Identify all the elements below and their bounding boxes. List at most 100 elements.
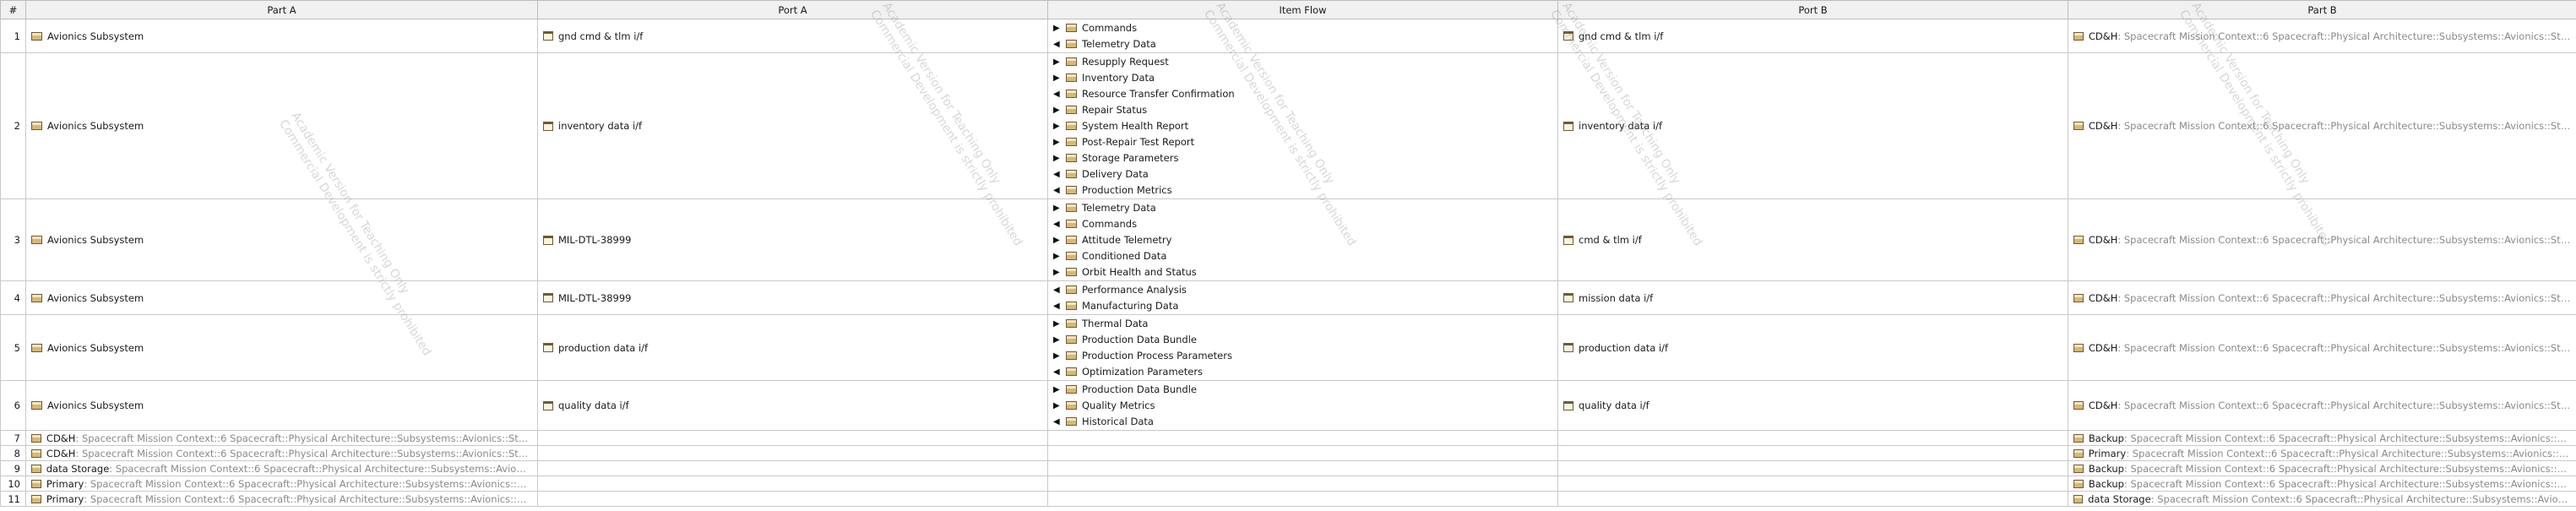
item-flow-cell[interactable]: ▶ Commands ◀ Telemetry Data [1047,19,1558,53]
table-row[interactable]: 2 Avionics Subsystem inventory data i/f ▶ Re… [0,52,2576,199]
item-flow-cell[interactable]: ▶ Resupply Request ▶ Inventory Data ◀ Resourc… [1047,52,1558,199]
item-flow-cell[interactable] [1047,491,1558,507]
part-b-cell[interactable]: Primary : Spacecraft Mission Context::6 … [2068,445,2576,461]
column-header-part-a[interactable]: Part A [25,0,538,19]
port-a-cell[interactable] [537,445,1048,461]
item-flow-cell[interactable]: ▶ Production Data Bundle ▶ Quality Metrics ◀… [1047,380,1558,431]
port-a-cell[interactable] [537,476,1048,492]
port-b-cell[interactable] [1557,445,2068,461]
part-b-cell[interactable]: CD&H : Spacecraft Mission Context::6 Spa… [2068,52,2576,199]
item-flow-entry[interactable]: ◀ Production Metrics [1053,182,1552,198]
port-a-cell[interactable]: quality data i/f [537,380,1048,431]
part-b-cell[interactable]: Backup : Spacecraft Mission Context::6 S… [2068,476,2576,492]
table-row[interactable]: 4 Avionics Subsystem MIL-DTL-38999 ◀ Perform… [0,280,2576,315]
port-b-cell[interactable]: inventory data i/f [1557,52,2068,199]
item-flow-entry[interactable]: ▶ Conditioned Data [1053,248,1552,264]
port-b-cell[interactable] [1557,430,2068,446]
item-flow-entry[interactable]: ◀ Delivery Data [1053,166,1552,182]
part-b-cell[interactable]: Backup : Spacecraft Mission Context::6 S… [2068,460,2576,476]
table-row[interactable]: 3 Avionics Subsystem MIL-DTL-38999 ▶ Telemet… [0,198,2576,281]
port-b-cell[interactable]: cmd & tlm i/f [1557,198,2068,281]
flow-direction-icon: ▶ [1053,73,1060,83]
part-b-cell[interactable]: Backup : Spacecraft Mission Context::6 S… [2068,430,2576,446]
item-flow-entry[interactable]: ▶ Production Data Bundle [1053,382,1552,398]
part-a-cell[interactable]: Avionics Subsystem [25,314,538,381]
part-a-cell[interactable]: CD&H : Spacecraft Mission Context::6 Spa… [25,445,538,461]
part-a-cell[interactable]: Avionics Subsystem [25,280,538,315]
item-flow-entry[interactable]: ▶ Quality Metrics [1053,398,1552,414]
port-b-cell[interactable]: production data i/f [1557,314,2068,381]
item-flow-entry[interactable]: ▶ Orbit Health and Status [1053,264,1552,280]
part-a-cell[interactable]: Primary : Spacecraft Mission Context::6 … [25,491,538,507]
port-a-cell[interactable] [537,491,1048,507]
item-flow-entry[interactable]: ◀ Telemetry Data [1053,36,1552,52]
part-a-cell[interactable]: data Storage : Spacecraft Mission Contex… [25,460,538,476]
column-header-port-a[interactable]: Port A [537,0,1048,19]
port-a-cell[interactable] [537,430,1048,446]
part-a-cell[interactable]: Avionics Subsystem [25,19,538,53]
part-b-cell[interactable]: data Storage : Spacecraft Mission Contex… [2068,491,2576,507]
part-a-cell[interactable]: Avionics Subsystem [25,198,538,281]
port-a-cell[interactable]: production data i/f [537,314,1048,381]
item-flow-entry[interactable]: ◀ Historical Data [1053,414,1552,430]
port-b-cell[interactable] [1557,491,2068,507]
item-flow-entry[interactable]: ▶ Resupply Request [1053,54,1552,70]
item-flow-entry[interactable]: ▶ Thermal Data [1053,316,1552,332]
part-b-cell[interactable]: CD&H : Spacecraft Mission Context::6 Spa… [2068,314,2576,381]
table-row[interactable]: 10 Primary : Spacecraft Mission Context::… [0,476,2576,492]
item-flow-entry[interactable]: ▶ Storage Parameters [1053,150,1552,166]
item-flow-entry[interactable]: ▶ Repair Status [1053,102,1552,118]
item-flow-entry[interactable]: ▶ Inventory Data [1053,70,1552,86]
item-flow-cell[interactable] [1047,430,1558,446]
port-b-cell[interactable] [1557,476,2068,492]
column-header-number[interactable]: # [0,0,26,19]
item-flow-cell[interactable]: ◀ Performance Analysis ◀ Manufacturing Data [1047,280,1558,315]
table-row[interactable]: 9 data Storage : Spacecraft Mission Conte… [0,460,2576,476]
column-header-item-flow[interactable]: Item Flow [1047,0,1558,19]
port-b-cell[interactable]: mission data i/f [1557,280,2068,315]
item-flow-entry[interactable]: ◀ Resource Transfer Confirmation [1053,86,1552,102]
item-flow-entry[interactable]: ▶ System Health Report [1053,118,1552,134]
item-flow-cell[interactable]: ▶ Thermal Data ▶ Production Data Bundle ▶ Pro… [1047,314,1558,381]
item-flow-cell[interactable] [1047,445,1558,461]
part-a-cell[interactable]: Primary : Spacecraft Mission Context::6 … [25,476,538,492]
port-a-cell[interactable]: inventory data i/f [537,52,1048,199]
column-header-port-b[interactable]: Port B [1557,0,2068,19]
item-flow-cell[interactable] [1047,476,1558,492]
port-a-cell[interactable] [537,460,1048,476]
item-flow-entry[interactable]: ▶ Attitude Telemetry [1053,232,1552,248]
item-flow-cell[interactable] [1047,460,1558,476]
part-a-cell[interactable]: Avionics Subsystem [25,52,538,199]
table-row[interactable]: 7 CD&H : Spacecraft Mission Context::6 Sp… [0,430,2576,446]
flow-direction-icon: ▶ [1053,235,1060,245]
part-b-cell[interactable]: CD&H : Spacecraft Mission Context::6 Spa… [2068,380,2576,431]
port-b-cell[interactable] [1557,460,2068,476]
table-row[interactable]: 5 Avionics Subsystem production data i/f ▶ T… [0,314,2576,381]
table-row[interactable]: 6 Avionics Subsystem quality data i/f ▶ Prod… [0,380,2576,431]
item-flow-entry[interactable]: ▶ Production Data Bundle [1053,332,1552,348]
item-flow-entry[interactable]: ▶ Production Process Parameters [1053,348,1552,364]
table-row[interactable]: 11 Primary : Spacecraft Mission Context::… [0,491,2576,507]
part-b-cell[interactable]: CD&H : Spacecraft Mission Context::6 Spa… [2068,19,2576,53]
item-flow-entry[interactable]: ▶ Commands [1053,20,1552,36]
part-b-cell[interactable]: CD&H : Spacecraft Mission Context::6 Spa… [2068,198,2576,281]
item-flow-entry[interactable]: ▶ Post-Repair Test Report [1053,134,1552,150]
flow-direction-icon: ▶ [1053,121,1060,131]
item-flow-entry[interactable]: ◀ Commands [1053,216,1552,232]
item-flow-entry[interactable]: ◀ Manufacturing Data [1053,298,1552,314]
port-a-cell[interactable]: gnd cmd & tlm i/f [537,19,1048,53]
port-a-cell[interactable]: MIL-DTL-38999 [537,280,1048,315]
part-a-cell[interactable]: Avionics Subsystem [25,380,538,431]
part-a-cell[interactable]: CD&H : Spacecraft Mission Context::6 Spa… [25,430,538,446]
port-b-cell[interactable]: gnd cmd & tlm i/f [1557,19,2068,53]
part-b-cell[interactable]: CD&H : Spacecraft Mission Context::6 Spa… [2068,280,2576,315]
table-row[interactable]: 8 CD&H : Spacecraft Mission Context::6 Sp… [0,445,2576,461]
column-header-part-b[interactable]: Part B [2068,0,2576,19]
table-row[interactable]: 1 Avionics Subsystem gnd cmd & tlm i/f ▶ Com… [0,19,2576,53]
port-b-cell[interactable]: quality data i/f [1557,380,2068,431]
item-flow-cell[interactable]: ▶ Telemetry Data ◀ Commands ▶ Attitude Teleme… [1047,198,1558,281]
item-flow-entry[interactable]: ◀ Optimization Parameters [1053,364,1552,380]
item-flow-entry[interactable]: ◀ Performance Analysis [1053,282,1552,298]
port-a-cell[interactable]: MIL-DTL-38999 [537,198,1048,281]
item-flow-entry[interactable]: ▶ Telemetry Data [1053,200,1552,216]
